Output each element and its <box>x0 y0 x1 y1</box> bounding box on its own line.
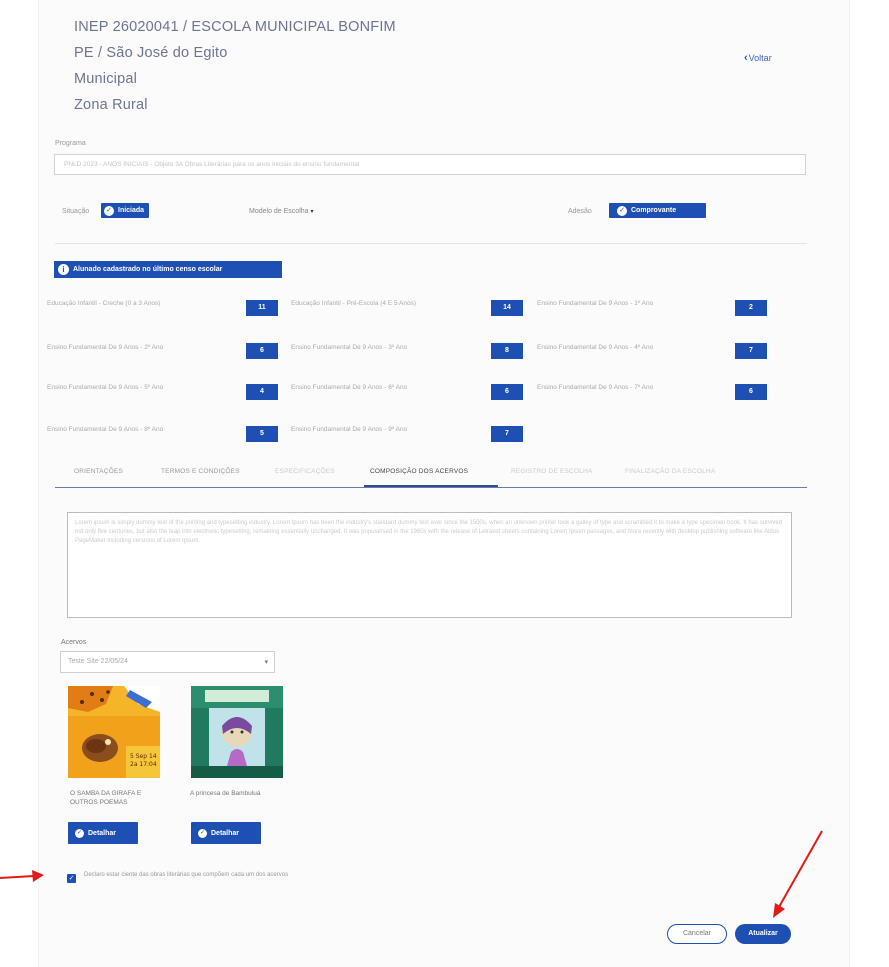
acervos-selected-value: Teste Site 22/05/24 <box>68 658 128 665</box>
grade-count-badge: 14 <box>491 300 523 316</box>
info-icon: i <box>58 264 69 275</box>
cover-date-line2: 2a 17:04 <box>130 761 157 768</box>
grade-label: Ensino Fundamental De 9 Anos - 6º Ano <box>291 384 408 391</box>
grade-label: Ensino Fundamental De 9 Anos - 3º Ano <box>291 344 408 351</box>
grade-count-badge: 2 <box>735 300 767 316</box>
book-cover-art <box>191 686 283 778</box>
grade-label: Ensino Fundamental De 9 Anos - 4º Ano <box>537 344 654 351</box>
situacao-badge: ✓ Iniciada <box>101 203 150 218</box>
grade-label: Ensino Fundamental De 9 Anos - 9º Ano <box>291 426 408 433</box>
check-circle-icon: ✓ <box>198 828 207 838</box>
tab-especificacoes[interactable]: ESPECIFICAÇÕES <box>275 468 335 475</box>
detalhar-button[interactable]: ✓ Detalhar <box>68 822 138 844</box>
school-inep-title: INEP 26020041 / ESCOLA MUNICIPAL BONFIM <box>74 19 396 35</box>
programa-label: Programa <box>55 140 86 147</box>
acervo-description: Lorem ipsum is simply dummy text of the … <box>67 512 792 618</box>
grade-count-badge: 11 <box>246 300 278 316</box>
adesao-value: Comprovante <box>631 207 677 214</box>
alunado-banner-label: Alunado cadastrado no último censo escol… <box>73 266 223 273</box>
adesao-label: Adesão <box>568 208 592 215</box>
detalhar-button-label: Detalhar <box>88 829 117 837</box>
grade-label: Ensino Fundamental De 9 Anos - 2º Ano <box>47 344 164 351</box>
tab-bar: ORIENTAÇÕES TERMOS E CONDIÇÕES ESPECIFIC… <box>55 460 807 488</box>
book-cover-samba-girafa: 5 Sep 14 2a 17:04 <box>68 686 160 778</box>
chevron-down-icon: ▾ <box>264 659 268 666</box>
detalhar-button[interactable]: ✓ Detalhar <box>191 822 261 844</box>
tab-orientacoes[interactable]: ORIENTAÇÕES <box>74 468 123 475</box>
check-circle-icon: ✓ <box>617 205 627 216</box>
chevron-left-icon: ‹ <box>744 52 748 64</box>
back-link[interactable]: ‹ Voltar <box>744 52 772 64</box>
tab-termos-condicoes[interactable]: TERMOS E CONDIÇÕES <box>161 468 240 475</box>
check-circle-icon: ✓ <box>104 205 114 216</box>
book-title: O SAMBA DA GIRAFA E OUTROS POEMAS <box>70 790 142 806</box>
modelo-escolha-label: Modelo de Escolha <box>249 208 309 215</box>
book-cover-art: 5 Sep 14 2a 17:04 <box>68 686 160 778</box>
situacao-value: Iniciada <box>118 207 145 214</box>
grade-count-badge: 6 <box>735 384 767 400</box>
grade-label: Ensino Fundamental De 9 Anos - 8º Ano <box>47 426 164 433</box>
update-button[interactable]: Atualizar <box>735 924 791 944</box>
adesao-comprovante-button[interactable]: ✓ Comprovante <box>609 203 706 218</box>
annotation-arrow-checkbox <box>0 875 35 879</box>
grade-label: Ensino Fundamental De 9 Anos - 7º Ano <box>537 384 654 391</box>
school-location: PE / São José do Egito <box>74 45 228 61</box>
cover-date-line1: 5 Sep 14 <box>130 753 157 760</box>
book-cover-princesa-bambulua <box>191 686 283 778</box>
school-network: Municipal <box>74 71 138 87</box>
back-link-label: Voltar <box>748 53 772 63</box>
acervos-label: Acervos <box>61 639 87 646</box>
situacao-label: Situação <box>62 208 90 215</box>
grade-count-badge: 8 <box>491 343 523 359</box>
book-title: A princesa de Bambuluá <box>190 790 261 797</box>
grade-count-badge: 5 <box>246 426 278 442</box>
alunado-banner: i Alunado cadastrado no último censo esc… <box>54 261 282 278</box>
grade-count-badge: 7 <box>735 343 767 359</box>
tab-registro-escolha[interactable]: REGISTRO DE ESCOLHA <box>511 468 592 475</box>
check-circle-icon: ✓ <box>75 828 84 838</box>
acervos-select[interactable]: Teste Site 22/05/24 ▾ <box>60 651 275 673</box>
programa-field[interactable]: PNLD 2023 - ANOS INICIAIS - Objeto 3A Ob… <box>54 154 806 175</box>
tab-finalizacao-escolha[interactable]: FINALIZAÇÃO DA ESCOLHA <box>625 468 715 475</box>
grade-count-badge: 7 <box>491 426 523 442</box>
page: INEP 26020041 / ESCOLA MUNICIPAL BONFIM … <box>0 0 889 967</box>
grade-label: Educação Infantil - Pré-Escola (4 E 5 An… <box>291 300 417 307</box>
cancel-button[interactable]: Cancelar <box>667 924 727 944</box>
section-divider <box>55 243 807 244</box>
caret-down-icon: ▾ <box>310 209 314 215</box>
grade-count-badge: 6 <box>246 343 278 359</box>
grade-label: Ensino Fundamental De 9 Anos - 1º Ano <box>537 300 654 307</box>
declaration-text: Declaro estar ciente das obras literária… <box>84 872 289 878</box>
grade-count-badge: 4 <box>246 384 278 400</box>
grade-label: Ensino Fundamental De 9 Anos - 5º Ano <box>47 384 164 391</box>
active-tab-indicator <box>364 485 498 487</box>
tab-composicao-acervos[interactable]: COMPOSIÇÃO DOS ACERVOS <box>370 468 468 475</box>
school-zone: Zona Rural <box>74 97 148 113</box>
modelo-escolha-dropdown[interactable]: Modelo de Escolha ▾ <box>249 208 314 215</box>
grade-count-badge: 6 <box>491 384 523 400</box>
grade-label: Educação Infantil - Creche (0 a 3 Anos) <box>47 300 161 307</box>
declaration-checkbox[interactable]: ✓ <box>67 874 76 883</box>
detalhar-button-label: Detalhar <box>211 829 240 837</box>
